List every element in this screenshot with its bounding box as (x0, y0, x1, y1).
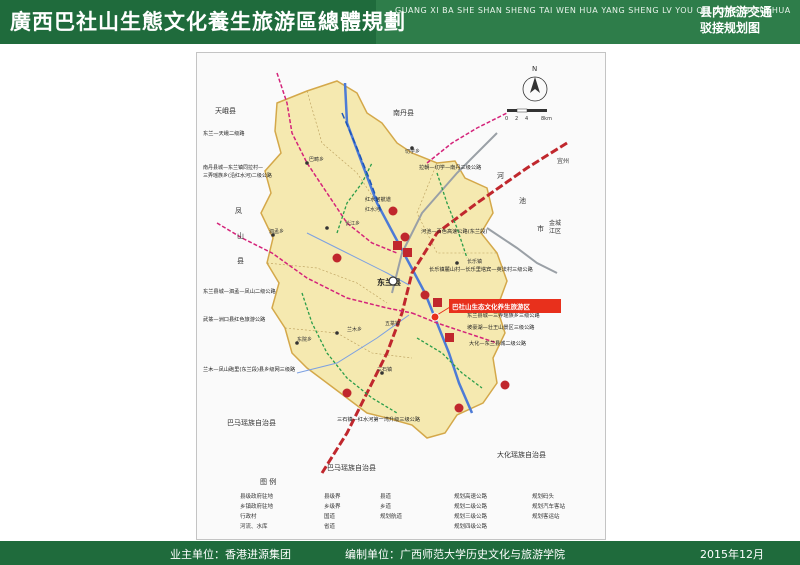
legend-item: 县级界 (324, 494, 341, 500)
footer-author: 编制单位：广西师范大学历史文化与旅游学院 (345, 548, 565, 561)
legend-item: 规划二级公路 (454, 504, 488, 510)
legend-item: 规划码头 (532, 494, 555, 500)
town-sanshi: 三石镇 (377, 366, 392, 373)
bus-station-marker-3[interactable] (433, 298, 442, 307)
neighbor-hechi-a: 河 (497, 172, 504, 180)
highlight-label: 巴社山生态文化养生旅游区 (452, 302, 531, 311)
subtitle-line-2: 驳接规划图 (700, 21, 761, 35)
map-frame[interactable]: 天峨县 南丹县 河 池 市 凤 山 县 巴马瑶族自治县 巴马瑶族自治县 大化瑶族… (196, 52, 606, 540)
neighbor-fengshan-a: 凤 (235, 207, 242, 215)
route-label-7: 东兰县城—泗孟—凤山二级公路 (203, 287, 276, 295)
pier-marker-4[interactable] (454, 403, 464, 413)
town-wuzhuan: 五篆镇 (385, 320, 400, 327)
page-title: 廣西巴社山生態文化養生旅游區總體規劃 (10, 9, 406, 34)
pier-marker-1[interactable] (388, 206, 398, 216)
village-marker (325, 226, 329, 230)
village-marker (295, 341, 299, 345)
route-label-6: 长乐镇麓山村—长乐里塔宾—英法村三级公路 (429, 265, 534, 273)
legend-item: 乡道 (380, 504, 392, 510)
village-marker (271, 233, 275, 237)
legend-item: 规划航道 (380, 514, 403, 520)
pier-marker-5[interactable] (500, 380, 510, 390)
legend-title: 图 例 (260, 478, 277, 486)
town-changjiang: 长江乡 (345, 220, 360, 227)
county-seat-marker[interactable] (388, 276, 398, 286)
neighbor-yizhou: 宜州 (557, 157, 569, 165)
town-simeng: 泗孟乡 (269, 228, 284, 235)
route-label-13: 三石镇—红水河第一湾升级三级公路 (337, 415, 421, 423)
svg-text:8km: 8km (541, 116, 552, 122)
neighbor-hechi-c: 市 (537, 224, 544, 233)
neighbor-fengshan-b: 山 (237, 231, 244, 240)
subtitle-line-1: 县内旅游交通 (700, 5, 773, 19)
town-lanmu: 兰木乡 (347, 326, 362, 333)
neighbor-jinchengjiang-b: 江区 (549, 228, 561, 235)
legend-item: 河流、水库 (240, 524, 268, 530)
route-label-10: 坡豪湖—壮王山景区三级公路 (467, 323, 535, 331)
neighbor-nandan: 南丹县 (393, 108, 414, 117)
route-label-11: 大化—东兰县城二级公路 (469, 339, 527, 347)
legend-item: 乡级界 (324, 504, 341, 510)
legend-item: 省道 (324, 524, 336, 530)
bus-station-marker-2[interactable] (403, 248, 412, 257)
route-label-12: 兰木—凤山砲里(东兰段)县乡级网三级路 (203, 365, 296, 373)
route-label-5: 河池—百色高速公路(东兰段) (421, 227, 487, 235)
village-marker (305, 161, 309, 165)
neighbor-fengshan-c: 县 (237, 257, 244, 265)
legend-item: 行政村 (240, 514, 257, 520)
svg-text:N: N (532, 65, 537, 73)
legend-item: 国道 (324, 514, 336, 520)
map-canvas[interactable]: 天峨县 南丹县 河 池 市 凤 山 县 巴马瑶族自治县 巴马瑶族自治县 大化瑶族… (197, 53, 605, 539)
town-honghe: 红水河 (365, 206, 380, 213)
footer-bar: 业主单位：香港进源集团 编制单位：广西师范大学历史文化与旅游学院 2015年12… (0, 541, 800, 565)
map-legend: 图 例 县级政府驻地 乡镇政府驻地 行政村 河流、水库 县级界 乡级界 国道 省… (200, 478, 600, 540)
header-bar: 廣西巴社山生態文化養生旅游區總體規劃 GUANG XI BA SHE SHAN … (0, 0, 800, 44)
legend-item: 县级政府驻地 (240, 494, 274, 500)
highlight-dot[interactable] (430, 312, 440, 322)
village-marker (335, 331, 339, 335)
pier-marker-6[interactable] (332, 253, 342, 263)
svg-text:0: 0 (505, 116, 508, 122)
neighbor-bama-2: 巴马瑶族自治县 (327, 463, 376, 472)
route-label-1: 东兰—天峨二级路 (203, 129, 245, 137)
pier-marker-2[interactable] (400, 232, 410, 242)
village-marker (380, 371, 384, 375)
legend-item: 县道 (380, 494, 392, 500)
neighbor-bama: 巴马瑶族自治县 (227, 418, 276, 427)
village-marker (410, 146, 414, 150)
map-subtitle: 县内旅游交通 驳接规划图 (700, 4, 796, 40)
route-label-3: 拉朝—切学—南丹三级公路 (419, 163, 482, 171)
pier-marker-3[interactable] (420, 290, 430, 300)
legend-item: 规划高速公路 (454, 494, 488, 500)
town-dongyuan: 东院乡 (297, 336, 312, 343)
footer-owner: 业主单位：香港进源集团 (170, 548, 291, 561)
town-changle: 长乐镇 (467, 258, 482, 265)
title-box: 廣西巴社山生態文化養生旅游區總體規劃 (0, 0, 405, 44)
route-label-8: 武篆—洲口县红色旅游公路 (203, 315, 266, 323)
bus-station-marker-1[interactable] (393, 241, 402, 250)
bus-station-marker-4[interactable] (445, 333, 454, 342)
svg-text:2: 2 (515, 116, 518, 122)
pier-marker-7[interactable] (342, 388, 352, 398)
neighbor-dahua: 大化瑶族自治县 (497, 450, 546, 459)
legend-item: 规划四级公路 (454, 524, 488, 530)
route-label-4: 红水河航道 (365, 195, 391, 203)
town-bajiang: 巴畴乡 (309, 156, 324, 163)
legend-item: 规划汽车客站 (532, 504, 566, 510)
neighbor-hechi-b: 池 (519, 196, 526, 205)
svg-text:4: 4 (525, 116, 528, 122)
legend-item: 规划客运站 (532, 514, 560, 520)
neighbor-jinchengjiang-a: 金城 (549, 219, 561, 227)
route-label-2a: 南丹县城—东兰镇同拉村— (203, 164, 263, 171)
neighbor-tianeng: 天峨县 (215, 106, 236, 115)
legend-item: 乡镇政府驻地 (240, 504, 274, 510)
village-marker (455, 261, 459, 265)
legend-item: 规划三级公路 (454, 514, 488, 520)
route-label-2b: 三弄瑶族乡(沿红水河)二级公路 (203, 172, 272, 179)
footer-date: 2015年12月 (700, 548, 764, 561)
